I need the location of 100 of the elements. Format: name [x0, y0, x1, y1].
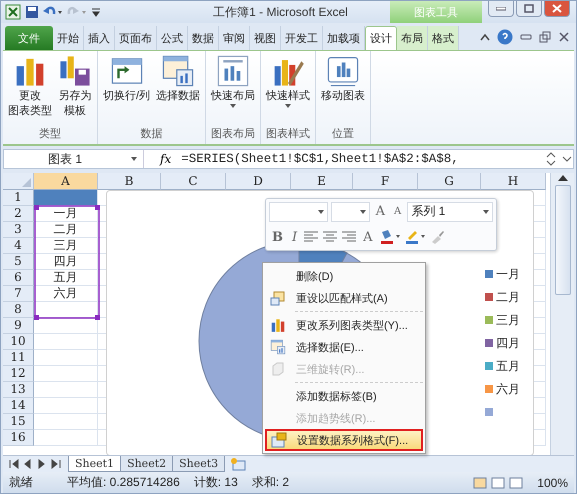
- excel-logo-icon: [5, 4, 21, 20]
- ribbon-button[interactable]: 切换行/列: [101, 54, 152, 124]
- row-header[interactable]: 5: [3, 254, 34, 270]
- italic-button[interactable]: I: [289, 230, 300, 245]
- pen-icon[interactable]: [404, 229, 426, 246]
- row-header[interactable]: 4: [3, 238, 34, 254]
- sheet-nav-icon[interactable]: [9, 459, 19, 469]
- table-cell: 三月: [34, 238, 98, 254]
- column-header[interactable]: C: [161, 173, 226, 190]
- row-header[interactable]: 8: [3, 302, 34, 318]
- new-sheet-icon[interactable]: [229, 457, 248, 471]
- series-dropdown[interactable]: 系列 1: [407, 202, 493, 222]
- row-header[interactable]: 12: [3, 366, 34, 382]
- ribbon-button[interactable]: 快速样式: [264, 54, 312, 124]
- scroll-thumb[interactable]: [554, 185, 570, 295]
- restore-icon[interactable]: [539, 31, 551, 43]
- close-icon[interactable]: [558, 31, 570, 43]
- row-header[interactable]: 9: [3, 318, 34, 334]
- table-cell: 四月: [34, 254, 98, 270]
- row-header[interactable]: 13: [3, 382, 34, 398]
- menu-item[interactable]: 删除(D): [265, 265, 423, 287]
- menu-item[interactable]: 添加数据标签(B): [265, 385, 423, 407]
- zoom-level[interactable]: 100%: [537, 476, 568, 490]
- ribbon-button[interactable]: 移动图表: [319, 54, 368, 124]
- row-header[interactable]: 7: [3, 286, 34, 302]
- scroll-up-icon[interactable]: [558, 175, 568, 181]
- column-header[interactable]: D: [226, 173, 291, 190]
- row-header[interactable]: 2: [3, 206, 34, 222]
- close-icon: [552, 4, 562, 13]
- align-icon[interactable]: [303, 230, 320, 244]
- column-header[interactable]: G: [418, 173, 481, 190]
- row-header[interactable]: 1: [3, 190, 34, 206]
- minimize-icon: [496, 6, 506, 10]
- ribbon-tab[interactable]: 格式: [428, 26, 459, 50]
- sheet-tab[interactable]: Sheet3: [172, 456, 226, 472]
- ribbon-button[interactable]: 更改 图表类型: [6, 54, 54, 124]
- maximize-button[interactable]: [516, 1, 542, 17]
- collapse-ribbon-icon[interactable]: [480, 33, 490, 41]
- column-header[interactable]: B: [98, 173, 161, 190]
- menu-item[interactable]: 重设以匹配样式(A): [265, 287, 423, 309]
- ribbon-tab[interactable]: 文件: [5, 26, 53, 50]
- column-header[interactable]: A: [34, 173, 98, 190]
- font-color-button[interactable]: A: [360, 230, 376, 245]
- menu-item[interactable]: 选择数据(E)...: [265, 336, 423, 358]
- menu-item[interactable]: 更改系列图表类型(Y)...: [265, 314, 423, 336]
- sheet-nav-icon[interactable]: [51, 459, 61, 469]
- legend-label: 一月: [496, 266, 520, 282]
- row-header[interactable]: 15: [3, 414, 34, 430]
- grow-font-button[interactable]: A: [372, 204, 388, 220]
- row-header[interactable]: 10: [3, 334, 34, 350]
- sheet-tab[interactable]: Sheet1: [68, 456, 122, 472]
- formula-field[interactable]: =SERIES(Sheet1!$C$1,Sheet1!$A$2:$A$8,: [173, 152, 543, 166]
- row-header[interactable]: 16: [3, 430, 34, 446]
- legend-label: 三月: [496, 312, 520, 328]
- reset-style-icon: [270, 290, 286, 306]
- align-icon[interactable]: [341, 230, 358, 244]
- help-icon[interactable]: [497, 29, 513, 45]
- minimize-icon[interactable]: [520, 34, 532, 40]
- ribbon-button[interactable]: 选择数据: [154, 54, 202, 124]
- column-header[interactable]: E: [291, 173, 353, 190]
- minimize-button[interactable]: [488, 1, 514, 17]
- view-icon[interactable]: [473, 476, 488, 488]
- window-title: 工作簿1 - Microsoft Excel: [212, 4, 349, 20]
- status-text: 就绪: [9, 474, 33, 491]
- table-chart-icon: [161, 54, 196, 88]
- table-cell: 六月: [34, 286, 98, 302]
- caret-icon: [318, 210, 324, 214]
- group-label: 数据: [140, 127, 164, 142]
- customize-dropdown-icon[interactable]: [91, 6, 101, 18]
- group-label: 图表布局: [210, 127, 256, 142]
- save-icon[interactable]: [25, 5, 39, 19]
- ribbon-tab[interactable]: 布局: [397, 26, 428, 50]
- chart-layout-icon: [216, 54, 250, 88]
- menu-item[interactable]: 设置数据系列格式(F)...: [265, 429, 423, 451]
- column-header[interactable]: F: [353, 173, 418, 190]
- bold-button[interactable]: B: [269, 230, 286, 245]
- ribbon-button[interactable]: 快速布局: [209, 54, 258, 124]
- row-header[interactable]: 6: [3, 270, 34, 286]
- view-icon[interactable]: [491, 476, 506, 488]
- column-header[interactable]: H: [481, 173, 546, 190]
- insert-function-button[interactable]: fx: [158, 152, 174, 166]
- name-box[interactable]: 图表 1: [4, 150, 144, 168]
- fill-bucket-icon[interactable]: [378, 229, 401, 246]
- align-icon[interactable]: [322, 230, 338, 244]
- row-header[interactable]: 3: [3, 222, 34, 238]
- average-readout: 平均值: 0.285714286: [67, 474, 180, 491]
- row-header[interactable]: 14: [3, 398, 34, 414]
- bar-chart-disk-icon: [58, 54, 92, 88]
- sheet-tab[interactable]: Sheet2: [120, 456, 174, 472]
- row-header[interactable]: 11: [3, 350, 34, 366]
- ribbon-button[interactable]: 另存为 模板: [56, 54, 94, 124]
- shrink-font-button[interactable]: A: [391, 206, 404, 218]
- close-button[interactable]: [544, 1, 570, 17]
- format-series-icon: [271, 432, 287, 448]
- ribbon-tab[interactable]: 设计: [365, 26, 397, 50]
- context-tab-group: 图表工具: [390, 1, 482, 23]
- view-icon[interactable]: [509, 476, 524, 488]
- maximize-icon: [524, 4, 534, 13]
- vertical-scrollbar[interactable]: [550, 173, 574, 455]
- table-cell: 二月: [34, 222, 98, 238]
